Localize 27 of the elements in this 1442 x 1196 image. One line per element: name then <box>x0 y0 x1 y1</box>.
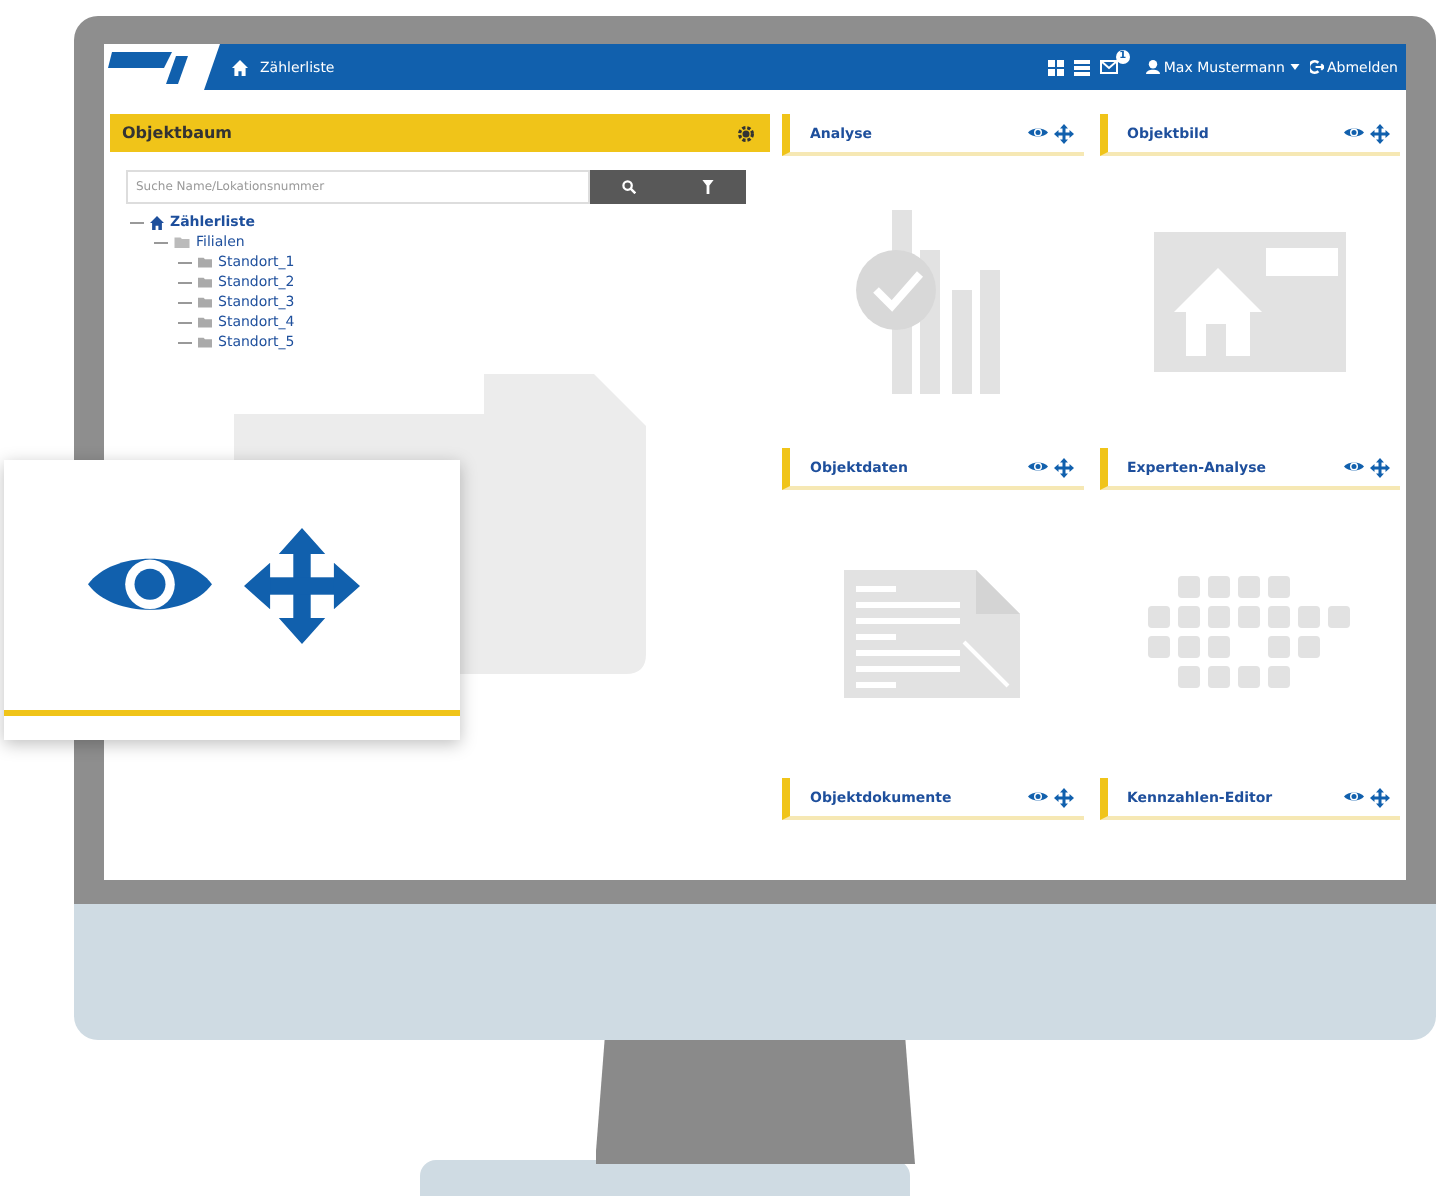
filter-icon <box>701 180 713 194</box>
home-icon[interactable] <box>232 59 248 75</box>
move-icon[interactable] <box>1370 787 1390 807</box>
eye-icon[interactable] <box>1027 460 1047 474</box>
search-icon <box>622 180 636 194</box>
eye-icon[interactable] <box>1344 460 1364 474</box>
eye-icon[interactable] <box>1344 126 1364 140</box>
list-view-icon[interactable] <box>1073 59 1090 75</box>
home-icon <box>150 215 164 229</box>
settings-icon[interactable] <box>738 125 754 141</box>
user-icon <box>1145 60 1160 74</box>
mail-icon[interactable] <box>1099 60 1118 74</box>
move-icon[interactable] <box>1053 123 1073 143</box>
move-icon[interactable] <box>1053 457 1073 477</box>
logout-icon <box>1309 60 1323 74</box>
caret-icon <box>1289 64 1299 70</box>
grid-view-icon[interactable] <box>1047 59 1064 75</box>
move-icon[interactable] <box>244 527 360 643</box>
eye-icon[interactable] <box>1027 790 1047 804</box>
filter-button[interactable] <box>668 170 746 204</box>
move-icon[interactable] <box>1370 123 1390 143</box>
eye-icon[interactable] <box>1027 126 1047 140</box>
panel-title: Objektbaum <box>122 124 232 142</box>
move-icon[interactable] <box>1053 787 1073 807</box>
move-icon[interactable] <box>1370 457 1390 477</box>
eye-icon[interactable] <box>1344 790 1364 804</box>
search-button[interactable] <box>590 170 668 204</box>
